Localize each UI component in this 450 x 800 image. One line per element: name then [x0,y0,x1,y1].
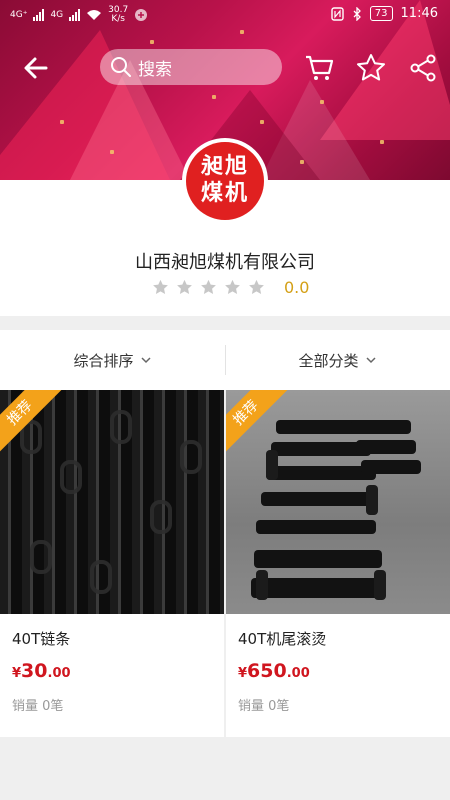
favorite-star-icon[interactable] [355,52,387,84]
product-sales: 销量 0笔 [238,699,290,714]
sort-dropdown[interactable]: 综合排序 [0,330,225,390]
search-input[interactable]: 搜索 [100,49,282,85]
filter-bar: 综合排序 全部分类 [0,330,450,390]
back-arrow-icon[interactable] [20,52,52,84]
nfc-icon [331,6,344,21]
product-title[interactable]: 40T机尾滚烫 [238,628,326,649]
signal-icon [33,9,45,21]
product-sales: 销量 0笔 [12,699,64,714]
product-price: ¥650.00 [238,660,310,682]
signal-icon-2 [69,9,81,21]
sort-label: 综合排序 [73,351,134,370]
product-card[interactable]: 推荐 40T链条 ¥30.00 销量 0笔 [0,390,224,737]
share-icon[interactable] [407,52,439,84]
clock: 11:46 [400,6,438,21]
filter-divider [225,345,226,375]
rating-star-icon [153,279,168,294]
rating-star-icon [201,279,216,294]
rating-star-icon [249,279,264,294]
notification-icon [135,9,148,21]
category-label: 全部分类 [298,351,359,370]
bluetooth-icon [353,6,361,21]
status-bar: 4G⁺ 4G 30.7 K/s 73 11:46 [0,0,450,30]
top-navigation: 搜索 [0,46,450,90]
cart-icon[interactable] [303,52,335,84]
network-speed: 30.7 K/s [108,5,129,24]
category-dropdown[interactable]: 全部分类 [225,330,450,390]
rating-star-icon [177,279,192,294]
shop-name: 山西昶旭煤机有限公司 [135,252,315,273]
search-icon [111,57,131,77]
chevron-down-icon [140,357,151,364]
product-grid: 推荐 40T链条 ¥30.00 销量 0笔 推荐 40T机尾滚烫 ¥650.00 [0,390,450,737]
chevron-down-icon [365,357,376,364]
wifi-icon [87,10,102,20]
shop-logo: 昶旭 煤机 [182,138,268,224]
network-label-1: 4G⁺ [10,10,28,20]
rating-score: 0.0 [284,278,310,297]
product-price: ¥30.00 [12,660,71,682]
product-image-tail-roller[interactable] [226,390,450,614]
search-placeholder: 搜索 [138,59,172,80]
rating-star-icon [225,279,240,294]
network-label-2: 4G [50,10,64,20]
product-title[interactable]: 40T链条 [12,628,70,649]
shop-rating: 0.0 [152,278,309,297]
battery-indicator: 73 [369,6,393,21]
product-card[interactable]: 推荐 40T机尾滚烫 ¥650.00 销量 0笔 [226,390,450,737]
product-image-chain[interactable] [0,390,224,614]
